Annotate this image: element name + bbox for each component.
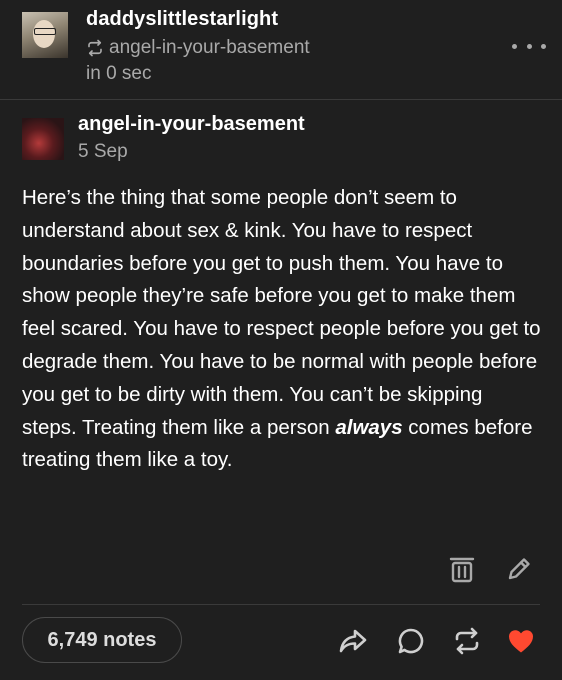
- notes-button[interactable]: 6,749 notes: [22, 617, 182, 663]
- reply-icon[interactable]: [396, 626, 426, 656]
- header-divider: [0, 99, 562, 100]
- reblog-icon[interactable]: [452, 626, 482, 656]
- avatar-glasses: [34, 28, 56, 35]
- reblog-source[interactable]: angel-in-your-basement: [86, 37, 310, 59]
- trail-date: 5 Sep: [78, 141, 128, 162]
- dot: [541, 43, 546, 49]
- post-card: daddyslittlestarlight angel-in-your-base…: [0, 0, 562, 680]
- footer-divider: [22, 604, 540, 605]
- dot: [526, 43, 532, 49]
- reblog-small-icon: [86, 39, 104, 57]
- post-header: daddyslittlestarlight angel-in-your-base…: [0, 0, 562, 100]
- more-dots-icon[interactable]: [512, 36, 546, 56]
- pencil-icon[interactable]: [505, 555, 533, 583]
- delete-icon[interactable]: [449, 555, 475, 583]
- post-body-text-start: Here’s the thing that some people don’t …: [22, 186, 541, 439]
- post-body: Here’s the thing that some people don’t …: [22, 182, 542, 477]
- post-body-emphasis: always: [335, 415, 403, 439]
- avatar[interactable]: [22, 12, 68, 58]
- heart-icon[interactable]: [506, 626, 536, 656]
- trail-blog-name[interactable]: angel-in-your-basement: [78, 113, 305, 136]
- post-timestamp: in 0 sec: [86, 63, 152, 84]
- share-icon[interactable]: [338, 626, 368, 656]
- dot: [512, 43, 517, 49]
- trail-avatar[interactable]: [22, 118, 64, 160]
- reblog-source-name: angel-in-your-basement: [109, 37, 310, 58]
- blog-name[interactable]: daddyslittlestarlight: [86, 8, 278, 31]
